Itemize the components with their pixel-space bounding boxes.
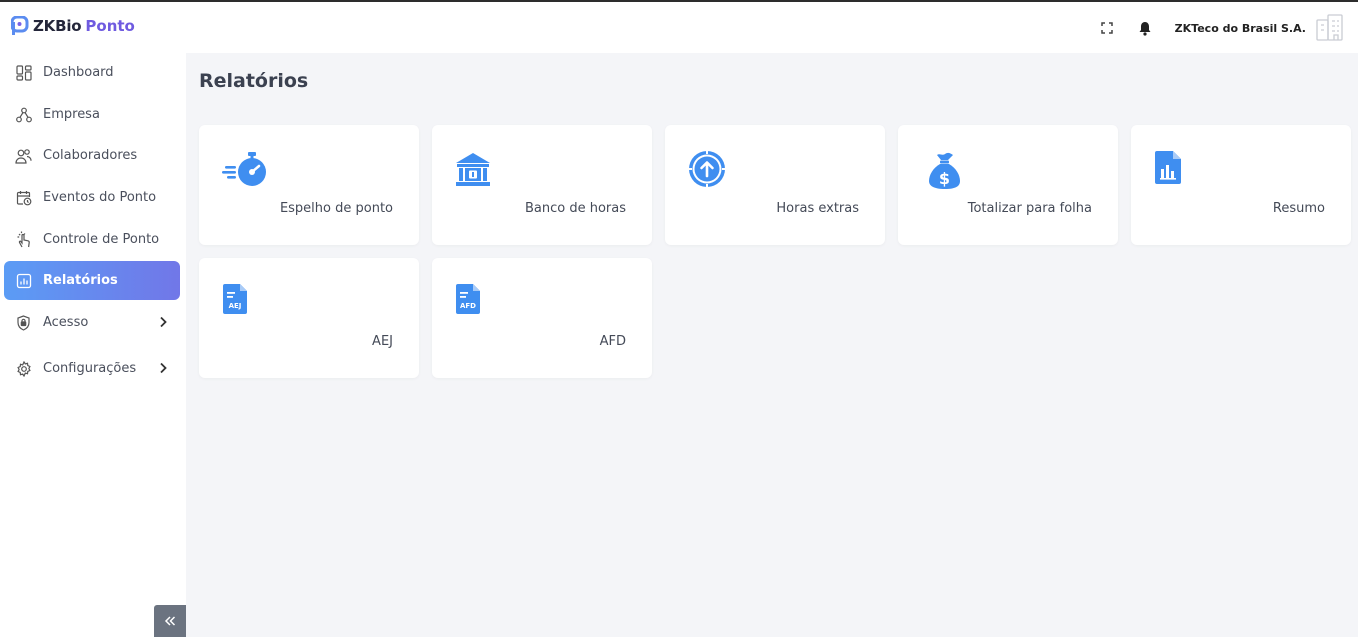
chart-document-icon — [1155, 151, 1181, 184]
users-icon — [15, 147, 32, 164]
report-card-espelho-de-ponto[interactable]: Espelho de ponto — [199, 125, 419, 245]
notification-bell-icon[interactable] — [1137, 20, 1153, 36]
dashboard-icon — [15, 64, 32, 81]
card-label: AEJ — [372, 334, 393, 349]
brand-name: ZKBio — [33, 17, 82, 35]
svg-text:AEJ: AEJ — [229, 302, 242, 310]
app-logo[interactable]: ZKBio Ponto — [11, 16, 135, 36]
sidebar-item-label: Empresa — [43, 107, 100, 122]
report-card-resumo[interactable]: Resumo — [1131, 125, 1351, 245]
stopwatch-icon — [222, 152, 266, 186]
sidebar-item-empresa[interactable]: Empresa — [4, 95, 180, 134]
report-card-afd[interactable]: AFD AFD — [432, 258, 652, 378]
afd-document-icon: AFD — [456, 284, 480, 314]
calendar-clock-icon — [15, 189, 32, 206]
fullscreen-icon[interactable] — [1099, 20, 1115, 36]
sidebar-item-eventos-do-ponto[interactable]: Eventos do Ponto — [4, 178, 180, 217]
page-title: Relatórios — [199, 70, 309, 92]
sidebar-item-label: Eventos do Ponto — [43, 190, 157, 205]
double-chevron-left-icon — [164, 616, 176, 626]
svg-text:AFD: AFD — [460, 302, 476, 310]
collapse-sidebar-button[interactable] — [154, 605, 186, 637]
report-icon — [15, 272, 32, 289]
report-card-horas-extras[interactable]: Horas extras — [665, 125, 885, 245]
bank-icon — [456, 153, 490, 186]
sidebar: Dashboard Empresa Colaboradores Eventos … — [0, 53, 186, 637]
aej-document-icon: AEJ — [223, 284, 247, 314]
company-name[interactable]: ZKTeco do Brasil S.A. — [1175, 22, 1306, 35]
report-card-totalizar-para-folha[interactable]: $ Totalizar para folha — [898, 125, 1118, 245]
card-label: Banco de horas — [524, 201, 626, 216]
sidebar-item-controle-de-ponto[interactable]: Controle de Ponto — [4, 220, 180, 259]
report-card-banco-de-horas[interactable]: Banco de horas — [432, 125, 652, 245]
sidebar-item-label: Acesso — [43, 315, 89, 330]
header-actions: ZKTeco do Brasil S.A. — [1099, 12, 1346, 44]
card-label: Horas extras — [776, 201, 859, 216]
company-building-icon[interactable] — [1314, 12, 1346, 44]
logo-mark-icon — [11, 16, 29, 35]
sidebar-item-colaboradores[interactable]: Colaboradores — [4, 136, 180, 175]
hand-pointer-icon — [15, 231, 32, 248]
clock-up-icon — [689, 151, 725, 187]
card-label: Totalizar para folha — [967, 201, 1092, 216]
sidebar-item-acesso[interactable]: Acesso — [4, 303, 180, 342]
svg-text:$: $ — [939, 169, 950, 188]
money-bag-icon: $ — [929, 152, 960, 189]
card-label: Resumo — [1272, 201, 1325, 216]
sidebar-item-label: Dashboard — [43, 65, 114, 80]
shield-icon — [15, 314, 32, 331]
sidebar-item-label: Controle de Ponto — [43, 232, 160, 247]
org-icon — [15, 106, 32, 123]
brand-product: Ponto — [85, 17, 135, 35]
card-label: AFD — [599, 334, 626, 349]
sidebar-item-label: Colaboradores — [43, 148, 138, 163]
chevron-right-icon — [160, 362, 167, 374]
chevron-right-icon — [160, 316, 167, 328]
card-label: Espelho de ponto — [279, 201, 393, 216]
gear-icon — [15, 360, 32, 377]
report-card-aej[interactable]: AEJ AEJ — [199, 258, 419, 378]
top-header: ZKBio Ponto ZKTeco do Brasil S.A. — [0, 2, 1358, 53]
sidebar-item-label: Relatórios — [43, 273, 118, 288]
sidebar-item-label: Configurações — [43, 361, 137, 376]
sidebar-item-relatorios[interactable]: Relatórios — [4, 261, 180, 300]
sidebar-item-dashboard[interactable]: Dashboard — [4, 53, 180, 92]
sidebar-item-configuracoes[interactable]: Configurações — [4, 349, 180, 388]
